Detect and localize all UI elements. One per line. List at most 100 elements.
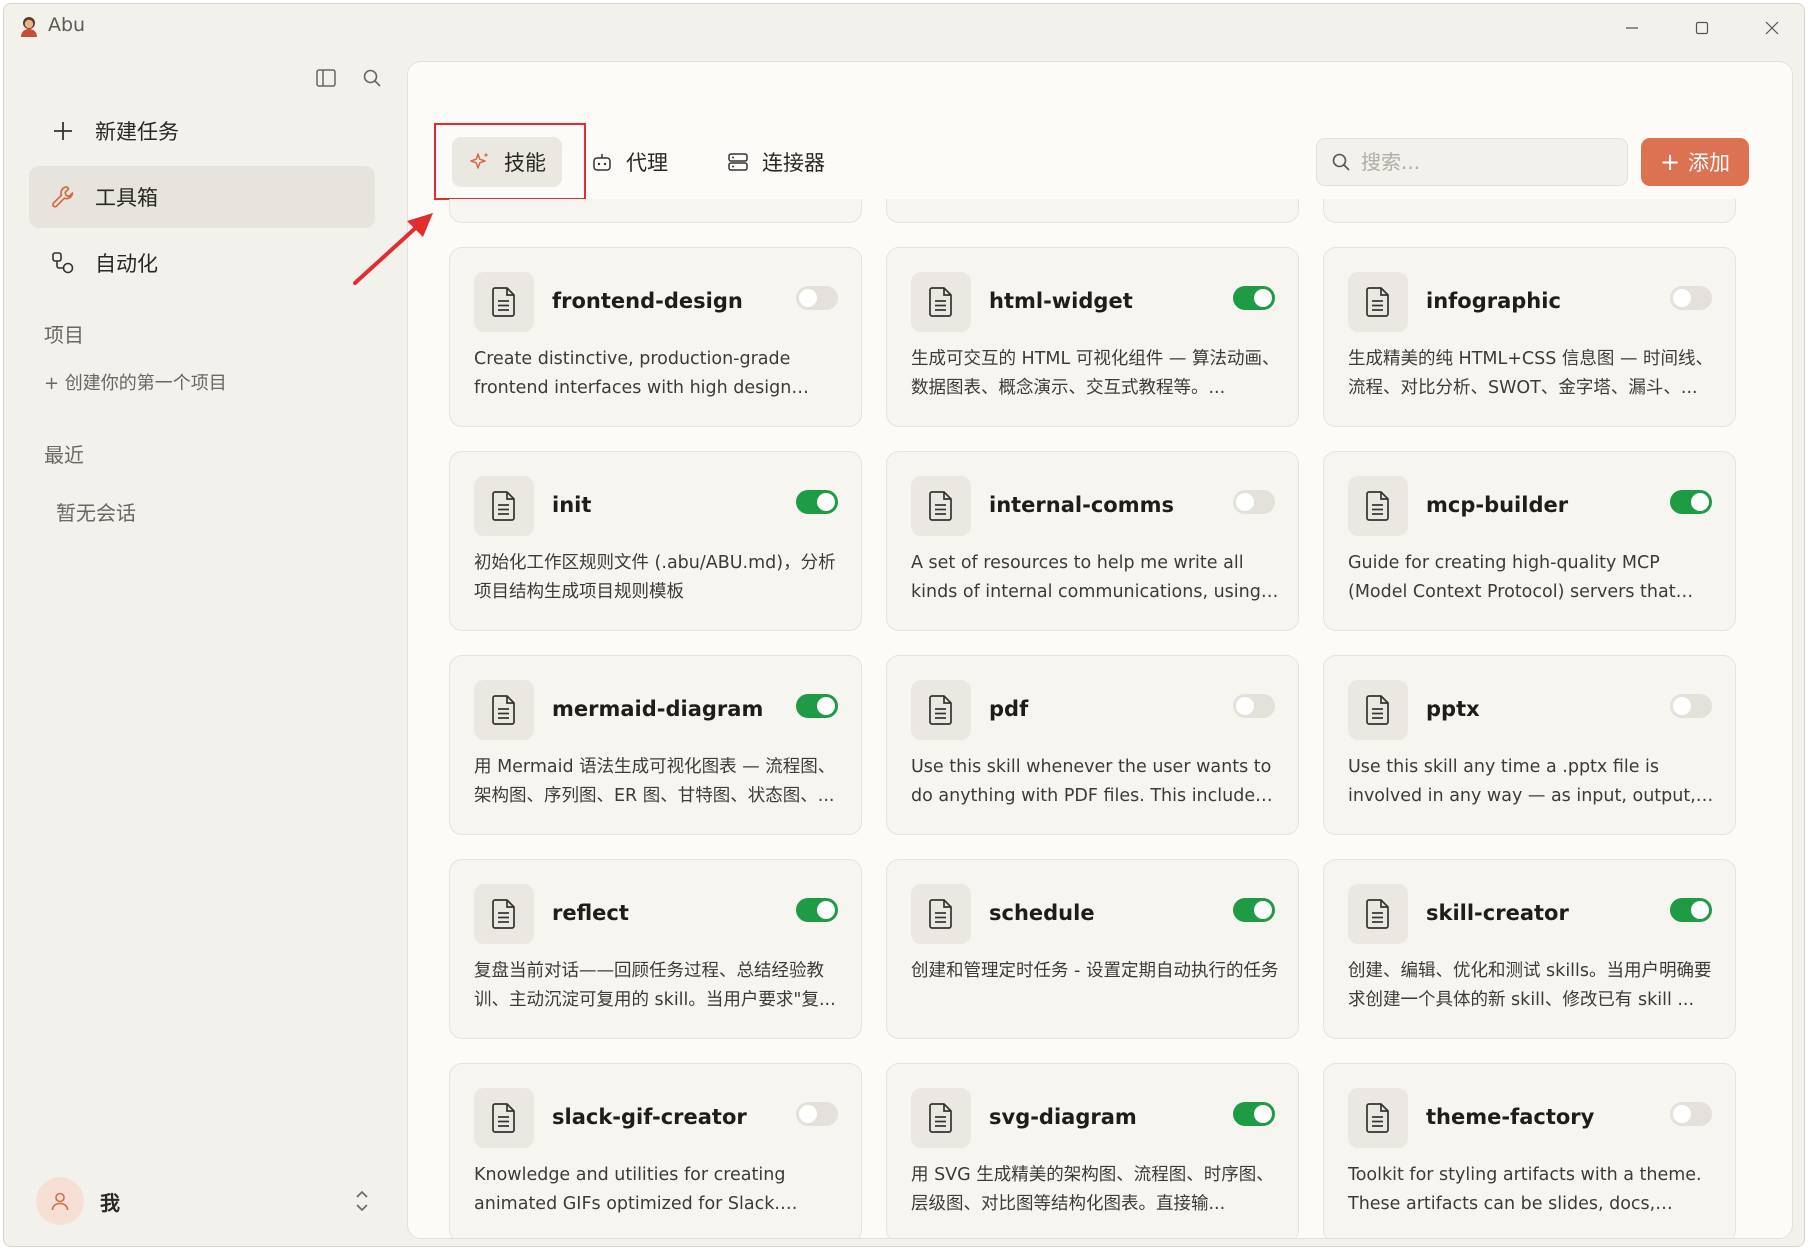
skill-toggle[interactable] xyxy=(1670,898,1712,922)
chevron-up-down-icon xyxy=(356,1190,368,1212)
sidebar-panel-icon xyxy=(316,69,336,87)
skill-card-infographic[interactable]: infographic 生成精美的纯 HTML+CSS 信息图 — 时间线、流程、… xyxy=(1323,247,1736,427)
skill-description: Use this skill any time a .pptx file is … xyxy=(1348,757,1696,806)
skill-toggle[interactable] xyxy=(1670,1102,1712,1126)
close-button[interactable] xyxy=(1744,10,1800,46)
sidebar-toggle-button[interactable] xyxy=(312,64,340,92)
skill-name: init xyxy=(552,493,592,517)
skill-card-pdf[interactable]: pdf Use this skill whenever the user want… xyxy=(886,655,1299,835)
skill-toggle[interactable] xyxy=(796,490,838,514)
skill-card-mcp-builder[interactable]: mcp-builder Guide for creating high-quali… xyxy=(1323,451,1736,631)
sparkle-icon xyxy=(468,150,492,174)
document-icon xyxy=(911,272,971,332)
add-button[interactable]: + 添加 xyxy=(1641,138,1749,186)
skill-card-mermaid-diagram[interactable]: mermaid-diagram 用 Mermaid 语法生成可视化图表 — 流程图… xyxy=(449,655,862,835)
skill-name: pptx xyxy=(1426,697,1480,721)
skill-card-internal-comms[interactable]: internal-comms A set of resources to help… xyxy=(886,451,1299,631)
avatar xyxy=(36,1177,84,1225)
skill-toggle[interactable] xyxy=(1233,490,1275,514)
tab-skills[interactable]: 技能 xyxy=(452,137,562,187)
skill-card-partial xyxy=(449,199,862,223)
toggle-knob xyxy=(799,289,817,307)
skill-toggle[interactable] xyxy=(796,694,838,718)
skill-description: 用 SVG 生成精美的架构图、流程图、时序图、层级图、对比图等结构化图表。直接输… xyxy=(911,1165,1274,1214)
document-icon xyxy=(474,476,534,536)
search-icon xyxy=(1332,153,1350,171)
skill-toggle[interactable] xyxy=(1233,898,1275,922)
wrench-icon xyxy=(49,183,77,211)
maximize-button[interactable] xyxy=(1674,10,1730,46)
create-project-link[interactable]: + 创建你的第一个项目 xyxy=(44,369,227,395)
skill-card-skill-creator[interactable]: skill-creator 创建、编辑、优化和测试 skills。当用户明确要求创… xyxy=(1323,859,1736,1039)
nav-automation[interactable]: 自动化 xyxy=(29,232,375,294)
search-input[interactable] xyxy=(1361,150,1611,174)
document-icon xyxy=(474,1088,534,1148)
skill-description: 生成可交互的 HTML 可视化组件 — 算法动画、数据图表、概念演示、交互式教程… xyxy=(911,349,1280,398)
skill-toggle[interactable] xyxy=(1233,1102,1275,1126)
nav-label: 工具箱 xyxy=(95,186,158,210)
skill-toggle[interactable] xyxy=(796,898,838,922)
skill-card-svg-diagram[interactable]: svg-diagram 用 SVG 生成精美的架构图、流程图、时序图、层级图、对比… xyxy=(886,1063,1299,1238)
skill-toggle[interactable] xyxy=(1233,286,1275,310)
skills-grid: frontend-design Create distinctive, produ… xyxy=(408,199,1792,1238)
document-icon xyxy=(1348,476,1408,536)
skill-name: frontend-design xyxy=(552,289,743,313)
toggle-knob xyxy=(1236,697,1254,715)
skill-description: 生成精美的纯 HTML+CSS 信息图 — 时间线、流程、对比分析、SWOT、金… xyxy=(1348,349,1714,398)
skill-card-frontend-design[interactable]: frontend-design Create distinctive, produ… xyxy=(449,247,862,427)
projects-heading: 项目 xyxy=(44,323,84,347)
search-icon xyxy=(363,69,381,87)
nav-label: 自动化 xyxy=(95,252,158,276)
user-menu[interactable]: 我 xyxy=(36,1174,376,1228)
skill-card-pptx[interactable]: pptx Use this skill any time a .pptx file… xyxy=(1323,655,1736,835)
minimize-icon xyxy=(1626,27,1638,29)
sidebar-search-button[interactable] xyxy=(358,64,386,92)
tab-connectors[interactable]: 连接器 xyxy=(710,137,841,187)
skill-card-slack-gif-creator[interactable]: slack-gif-creator Knowledge and utilities… xyxy=(449,1063,862,1238)
skill-name: pdf xyxy=(989,697,1029,721)
skill-name: schedule xyxy=(989,901,1095,925)
skill-toggle[interactable] xyxy=(1670,286,1712,310)
automation-icon xyxy=(49,249,77,277)
skill-toggle[interactable] xyxy=(796,1102,838,1126)
skill-card-html-widget[interactable]: html-widget 生成可交互的 HTML 可视化组件 — 算法动画、数据图表… xyxy=(886,247,1299,427)
tab-agents[interactable]: 代理 xyxy=(574,137,684,187)
plus-icon: + xyxy=(1659,148,1681,176)
skill-name: mcp-builder xyxy=(1426,493,1569,517)
tab-label: 技能 xyxy=(504,151,546,175)
skill-card-partial xyxy=(1323,199,1736,223)
skill-toggle[interactable] xyxy=(1233,694,1275,718)
document-icon xyxy=(911,1088,971,1148)
maximize-icon xyxy=(1695,21,1709,35)
toggle-knob xyxy=(817,493,835,511)
skill-card-theme-factory[interactable]: theme-factory Toolkit for styling artifac… xyxy=(1323,1063,1736,1238)
skill-card-reflect[interactable]: reflect 复盘当前对话——回顾任务过程、总结经验教训、主动沉淀可复用的 sk… xyxy=(449,859,862,1039)
skill-description: Knowledge and utilities for creating ani… xyxy=(474,1165,786,1214)
document-icon xyxy=(474,680,534,740)
nav-new-task[interactable]: 新建任务 xyxy=(29,100,375,162)
minimize-button[interactable] xyxy=(1604,10,1660,46)
skill-card-schedule[interactable]: schedule 创建和管理定时任务 - 设置定期自动执行的任务 xyxy=(886,859,1299,1039)
app-logo-icon xyxy=(21,17,37,37)
main-panel: 技能 代理 连接器 搜索... + 添加 frontend-design Cre… xyxy=(407,61,1793,1239)
document-icon xyxy=(474,884,534,944)
skill-toggle[interactable] xyxy=(796,286,838,310)
title-bar: Abu xyxy=(4,4,1804,48)
skill-description: Create distinctive, production-grade fro… xyxy=(474,349,792,398)
toggle-knob xyxy=(1673,289,1691,307)
skill-name: theme-factory xyxy=(1426,1105,1595,1129)
skill-description: A set of resources to help me write all … xyxy=(911,553,1261,602)
skill-toggle[interactable] xyxy=(1670,490,1712,514)
skill-description: 创建和管理定时任务 - 设置定期自动执行的任务 xyxy=(911,961,1279,981)
search-field[interactable] xyxy=(1316,138,1628,186)
skill-name: reflect xyxy=(552,901,629,925)
toggle-knob xyxy=(817,901,835,919)
skill-name: mermaid-diagram xyxy=(552,697,764,721)
add-label: 添加 xyxy=(1688,151,1731,175)
toggle-knob xyxy=(1691,493,1709,511)
document-icon xyxy=(1348,884,1408,944)
nav-toolbox[interactable]: 工具箱 xyxy=(29,166,375,228)
skill-name: infographic xyxy=(1426,289,1561,313)
skill-card-init[interactable]: init 初始化工作区规则文件 (.abu/ABU.md)，分析项目结构生成项目规… xyxy=(449,451,862,631)
skill-toggle[interactable] xyxy=(1670,694,1712,718)
